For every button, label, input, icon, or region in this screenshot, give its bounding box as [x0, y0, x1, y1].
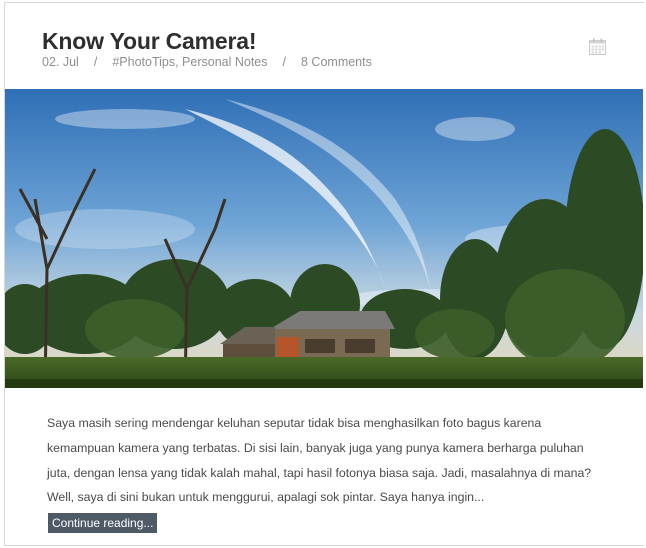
post-meta: 02. Jul / #PhotoTips, Personal Notes / 8 Com…: [42, 55, 372, 69]
post-excerpt: Saya masih sering mendengar keluhan sepu…: [47, 416, 592, 505]
landscape-photo: [5, 89, 643, 388]
post-title[interactable]: Know Your Camera!: [42, 28, 256, 55]
post-comments-link[interactable]: 8 Comments: [301, 55, 372, 69]
calendar-icon: [589, 38, 606, 55]
post-categories[interactable]: #PhotoTips, Personal Notes: [112, 55, 267, 69]
continue-reading-button[interactable]: Continue reading...: [48, 513, 158, 533]
post-date[interactable]: 02. Jul: [42, 55, 79, 69]
meta-separator: /: [93, 55, 98, 69]
post-featured-image[interactable]: [5, 89, 643, 388]
meta-separator: /: [282, 55, 286, 69]
